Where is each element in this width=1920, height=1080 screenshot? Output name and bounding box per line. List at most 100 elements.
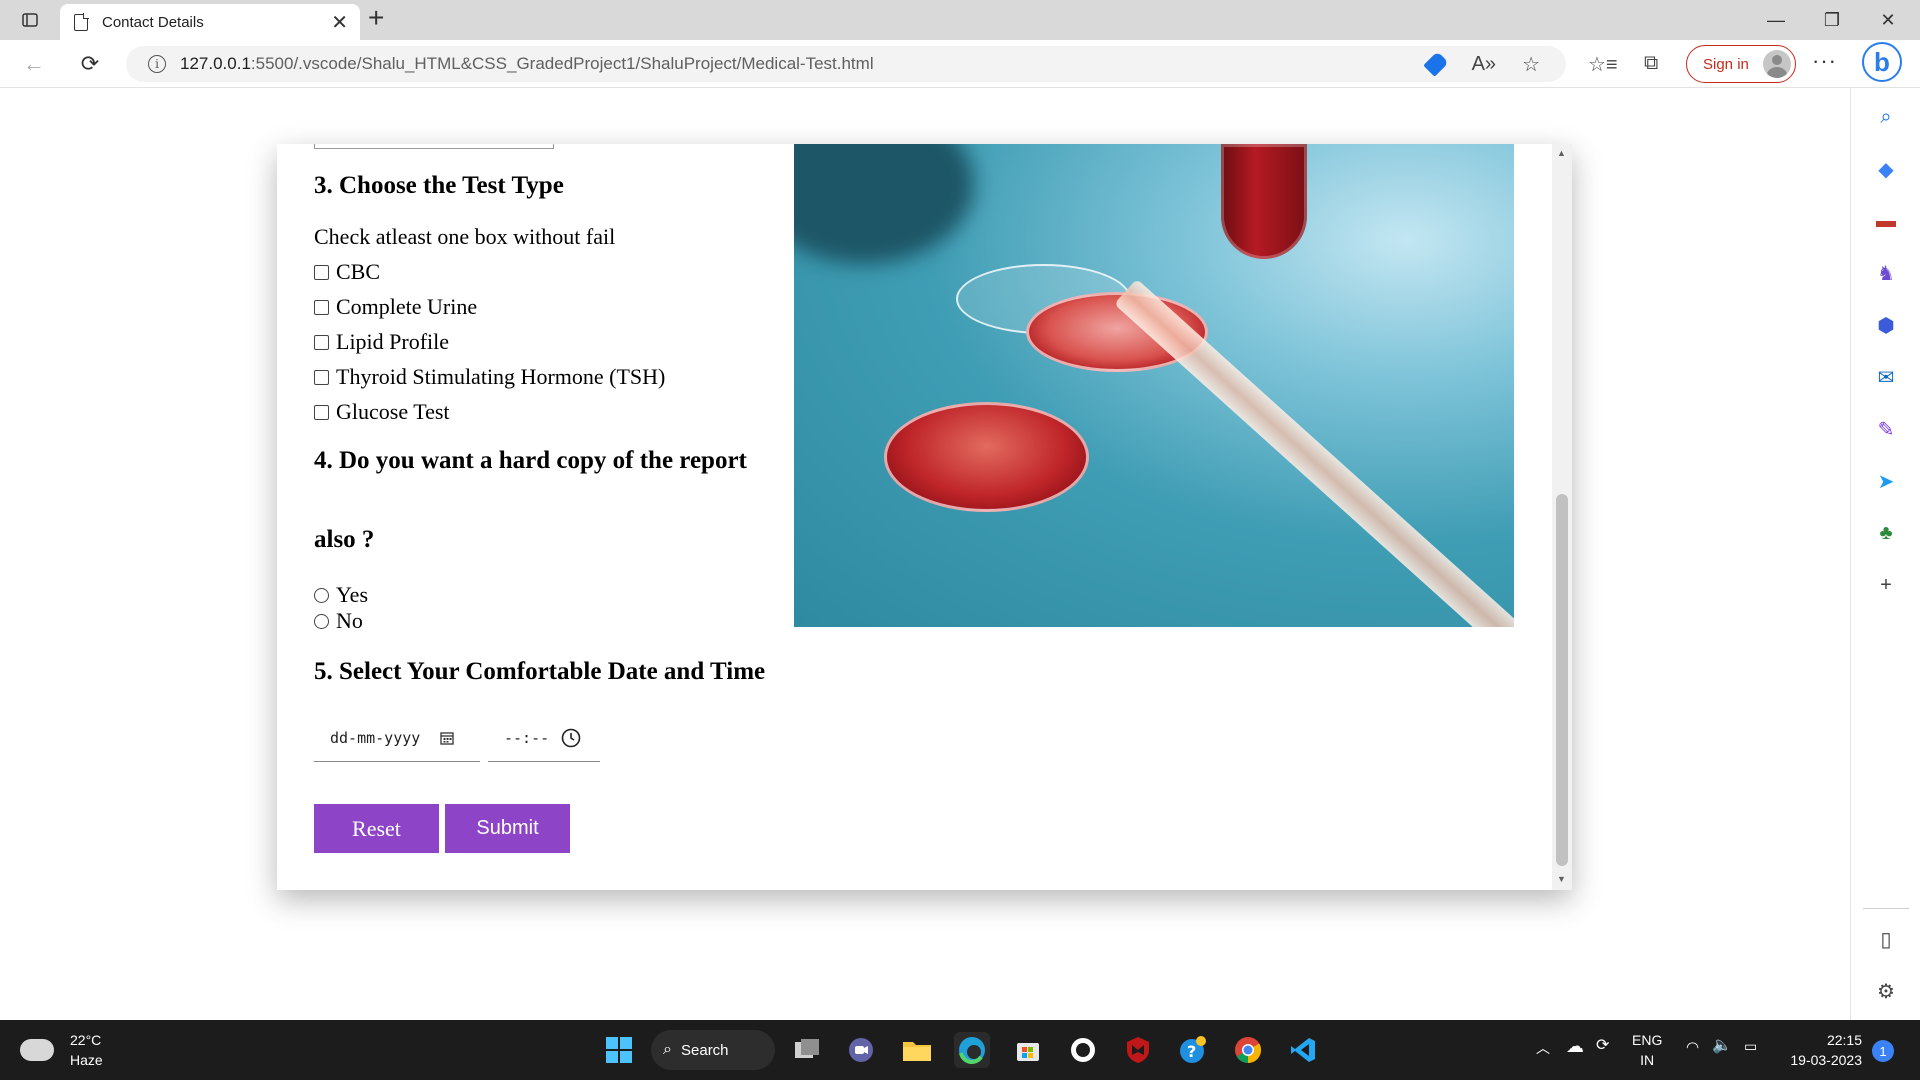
read-aloud-icon[interactable]: A» <box>1472 53 1496 76</box>
language-code: ENG <box>1632 1032 1663 1048</box>
submit-button[interactable]: Submit <box>445 804 570 853</box>
site-info-icon[interactable]: i <box>148 55 166 73</box>
collections-icon[interactable]: ⧉ <box>1644 52 1658 75</box>
restore-button[interactable]: ❐ <box>1804 0 1860 40</box>
scrollbar-thumb[interactable] <box>1556 494 1568 866</box>
medical-test-photo <box>794 144 1514 627</box>
wifi-icon[interactable]: ◠ <box>1686 1038 1699 1058</box>
chrome-icon[interactable] <box>1230 1032 1266 1068</box>
checkbox[interactable] <box>314 299 329 315</box>
battery-icon[interactable]: ▭ <box>1744 1036 1757 1056</box>
close-tab-icon[interactable]: ✕ <box>331 10 348 35</box>
test-option-cbc[interactable]: CBC <box>314 259 380 285</box>
section-4-title: 4. Do you want a hard copy of the report <box>314 447 747 474</box>
microsoft-store-icon[interactable] <box>1010 1032 1046 1068</box>
option-label: Glucose Test <box>336 399 450 424</box>
vscode-icon[interactable] <box>1285 1032 1321 1068</box>
send-icon[interactable]: ➤ <box>1873 468 1899 494</box>
games-icon[interactable]: ♞ <box>1873 260 1899 286</box>
add-sidebar-app-icon[interactable]: + <box>1873 572 1899 598</box>
sign-in-button[interactable]: Sign in <box>1686 45 1796 83</box>
url-host: 127.0.0.1 <box>180 54 251 73</box>
designer-icon[interactable]: ✎ <box>1873 416 1899 442</box>
option-label: Thyroid Stimulating Hormone (TSH) <box>336 364 666 389</box>
language-indicator[interactable]: ENG IN <box>1632 1030 1662 1070</box>
hide-sidebar-icon[interactable]: ▯ <box>1873 926 1899 952</box>
section-3-hint: Check atleast one box without fail <box>314 224 616 249</box>
clock-icon[interactable] <box>561 728 581 748</box>
hardcopy-option-yes[interactable]: Yes <box>314 582 368 608</box>
calendar-icon[interactable] <box>440 731 454 745</box>
option-label: Yes <box>336 582 369 607</box>
clock-time: 22:15 <box>1826 1032 1862 1048</box>
tools-icon[interactable]: ▬ <box>1873 208 1899 234</box>
date-input[interactable]: dd-mm-yyyy <box>314 714 480 762</box>
hardcopy-option-no[interactable]: No <box>314 608 363 634</box>
volume-icon[interactable]: 🔈 <box>1712 1036 1732 1056</box>
medical-test-form-card: 3. Choose the Test Type Check atleast on… <box>277 144 1572 890</box>
shopping-icon[interactable]: ◆ <box>1873 156 1899 182</box>
test-option-tsh[interactable]: Thyroid Stimulating Hormone (TSH) <box>314 364 665 390</box>
section-3-title: 3. Choose the Test Type <box>314 172 564 199</box>
scroll-down-arrow[interactable]: ▼ <box>1557 874 1566 884</box>
onedrive-cloud-icon[interactable]: ☁ <box>1566 1036 1584 1056</box>
checkbox[interactable] <box>314 404 329 420</box>
notification-badge[interactable]: 1 <box>1872 1040 1894 1062</box>
sync-icon[interactable]: ⟳ <box>1596 1036 1609 1056</box>
weather-condition: Haze <box>70 1052 103 1068</box>
mcafee-shield-icon[interactable] <box>1120 1032 1156 1068</box>
weather-widget[interactable]: 22°C Haze <box>20 1030 103 1070</box>
page-icon <box>74 12 89 31</box>
bing-chat-icon[interactable]: b <box>1862 42 1902 82</box>
option-label: No <box>336 608 363 633</box>
file-explorer-icon[interactable] <box>899 1032 935 1068</box>
new-tab-button[interactable]: + <box>368 2 384 34</box>
reset-button[interactable]: Reset <box>314 804 439 853</box>
shopping-tag-icon[interactable] <box>1422 51 1449 77</box>
checkbox[interactable] <box>314 264 329 280</box>
option-label: CBC <box>336 259 381 284</box>
close-window-button[interactable]: ✕ <box>1860 0 1916 40</box>
radio-button[interactable] <box>314 613 329 629</box>
tab-actions-icon[interactable] <box>10 4 50 36</box>
add-favorite-icon[interactable]: ☆ <box>1522 52 1540 77</box>
url-path: :5500/.vscode/Shalu_HTML&CSS_GradedProje… <box>250 54 874 73</box>
time-input[interactable]: --:-- <box>488 714 600 762</box>
scroll-up-arrow[interactable]: ▲ <box>1557 148 1566 158</box>
settings-gear-icon[interactable]: ⚙ <box>1873 978 1899 1004</box>
tree-icon[interactable]: ♣ <box>1873 520 1899 546</box>
help-icon[interactable]: ? <box>1175 1032 1211 1068</box>
previous-field-input[interactable] <box>314 144 554 149</box>
search-icon[interactable]: ⌕ <box>1873 104 1899 130</box>
edge-browser-icon[interactable] <box>954 1032 990 1068</box>
github-icon[interactable] <box>1065 1032 1101 1068</box>
microsoft-365-icon[interactable]: ⬢ <box>1873 312 1899 338</box>
minimize-button[interactable]: — <box>1748 0 1804 40</box>
checkbox[interactable] <box>314 369 329 385</box>
show-hidden-icons[interactable]: ︿ <box>1536 1038 1550 1058</box>
teams-chat-icon[interactable] <box>843 1032 879 1068</box>
taskbar-search[interactable]: ⌕ Search <box>651 1030 775 1070</box>
page-scrollbar[interactable]: ▲ ▼ <box>1552 144 1572 890</box>
outlook-icon[interactable]: ✉ <box>1873 364 1899 390</box>
blood-test-tube <box>1221 144 1307 259</box>
clock[interactable]: 22:15 19-03-2023 <box>1784 1030 1862 1070</box>
more-options-icon[interactable]: ··· <box>1812 48 1837 74</box>
favorites-icon[interactable]: ☆≡ <box>1588 52 1618 77</box>
back-button[interactable]: ← <box>16 48 52 80</box>
test-option-lipid[interactable]: Lipid Profile <box>314 329 449 355</box>
refresh-button[interactable]: ⟳ <box>72 48 108 80</box>
windows-start-icon[interactable] <box>601 1032 637 1068</box>
radio-button[interactable] <box>314 587 329 603</box>
section-5-title: 5. Select Your Comfortable Date and Time <box>314 658 766 685</box>
address-bar[interactable]: i 127.0.0.1:5500/.vscode/Shalu_HTML&CSS_… <box>126 46 1566 82</box>
tab-contact-details[interactable]: Contact Details ✕ <box>60 4 360 40</box>
tab-title: Contact Details <box>102 13 204 31</box>
test-option-urine[interactable]: Complete Urine <box>314 294 477 320</box>
option-label: Complete Urine <box>336 294 478 319</box>
tab-strip: Contact Details ✕ + — ❐ ✕ <box>0 0 1920 40</box>
avatar <box>1763 50 1791 78</box>
task-view-icon[interactable] <box>789 1032 825 1068</box>
checkbox[interactable] <box>314 334 329 350</box>
test-option-glucose[interactable]: Glucose Test <box>314 399 450 425</box>
